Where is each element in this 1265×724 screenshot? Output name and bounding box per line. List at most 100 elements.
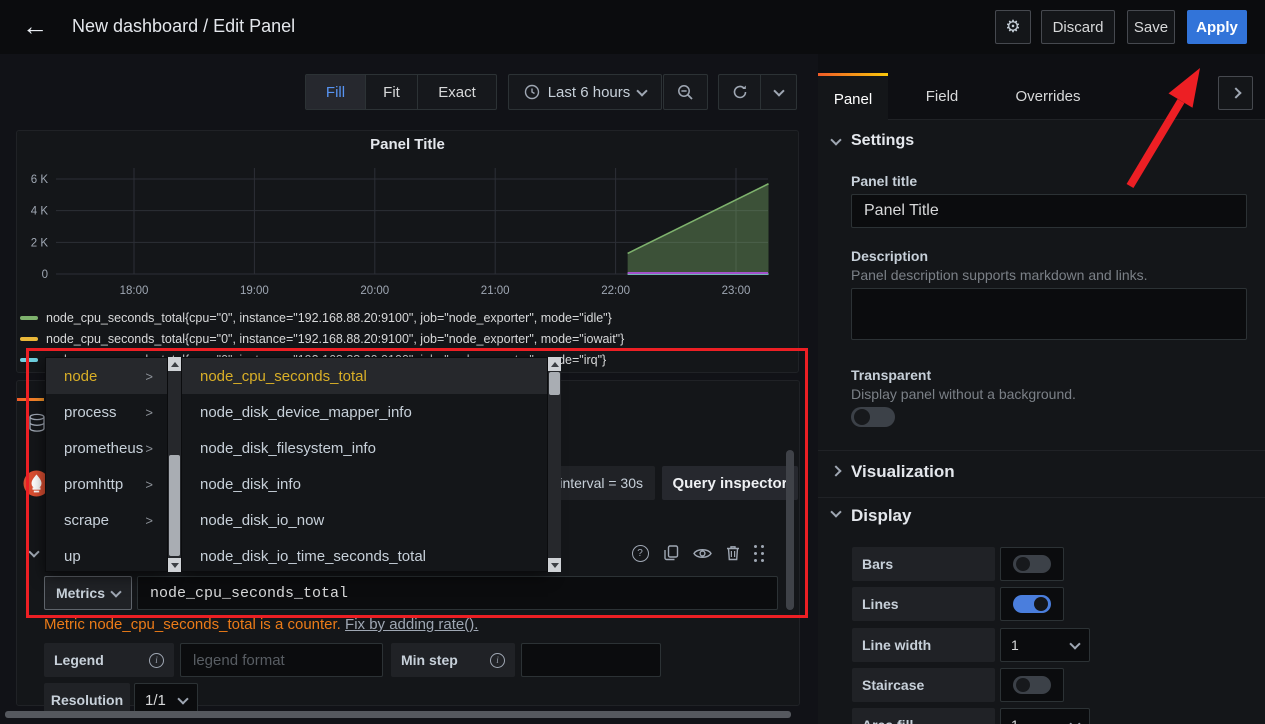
metric-item-node_disk_io_time_seconds_total[interactable]: node_disk_io_time_seconds_total — [182, 538, 547, 574]
namespace-menu-scrollbar[interactable] — [168, 357, 181, 572]
lines-toggle[interactable] — [1013, 595, 1051, 613]
line-width-select[interactable]: 1 — [1000, 628, 1090, 662]
legend-swatch[interactable] — [20, 358, 38, 362]
query-inspector-button[interactable]: Query inspector — [662, 466, 798, 500]
metric-namespace-menu: node>process>prometheus>promhttp>scrape>… — [45, 357, 168, 572]
query-tab-active-indicator — [17, 398, 44, 401]
fix-rate-link[interactable]: Fix by adding rate(). — [345, 616, 478, 633]
metric-item-node_disk_filesystem_info[interactable]: node_disk_filesystem_info — [182, 430, 547, 466]
time-range-label: Last 6 hours — [548, 84, 631, 101]
time-series-chart[interactable]: 02 K4 K6 K18:0019:0020:0021:0022:0023:00 — [16, 130, 799, 305]
area-fill-select[interactable]: 1 — [1000, 708, 1090, 724]
query-expression-field[interactable] — [137, 576, 778, 610]
legend-format-field[interactable] — [180, 643, 383, 677]
query-help-button[interactable]: ? — [630, 543, 650, 563]
panel-title-input[interactable] — [862, 201, 1236, 221]
menu-item-promhttp[interactable]: promhttp> — [46, 466, 167, 502]
drag-handle-icon — [754, 545, 766, 562]
description-field[interactable] — [851, 288, 1247, 340]
transparent-toggle[interactable] — [851, 407, 895, 427]
delete-query-button[interactable] — [723, 543, 743, 563]
panel-title-field[interactable] — [851, 194, 1247, 228]
tab-overrides[interactable]: Overrides — [995, 73, 1101, 120]
save-button[interactable]: Save — [1127, 10, 1175, 44]
legend-swatch[interactable] — [20, 316, 38, 320]
editor-scrollbar[interactable] — [786, 450, 794, 610]
duplicate-query-button[interactable] — [661, 543, 681, 563]
discard-button[interactable]: Discard — [1041, 10, 1115, 44]
menu-item-prometheus[interactable]: prometheus> — [46, 430, 167, 466]
bars-toggle[interactable] — [1013, 555, 1051, 573]
refresh-icon — [732, 84, 748, 100]
chevron-down-icon — [110, 586, 121, 597]
counter-warning: Metric node_cpu_seconds_total is a count… — [44, 616, 478, 633]
exact-option[interactable]: Exact — [418, 75, 496, 109]
metric-item-node_disk_device_mapper_info[interactable]: node_disk_device_mapper_info — [182, 394, 547, 430]
disable-query-button[interactable] — [692, 543, 712, 563]
drag-query-handle[interactable] — [750, 543, 770, 563]
metric-item-node_disk_io_now[interactable]: node_disk_io_now — [182, 502, 547, 538]
refresh-interval-dropdown[interactable] — [760, 74, 797, 110]
display-row-label-area-fill: Area fill — [852, 708, 995, 724]
menu-item-node[interactable]: node> — [46, 358, 167, 394]
scroll-up-icon — [551, 362, 559, 367]
svg-text:21:00: 21:00 — [481, 285, 510, 297]
fit-option[interactable]: Fit — [366, 75, 418, 109]
query-expression-input[interactable] — [148, 584, 767, 603]
metric-item-node_disk_info[interactable]: node_disk_info — [182, 466, 547, 502]
svg-text:18:00: 18:00 — [120, 285, 149, 297]
metrics-dropdown-button[interactable]: Metrics — [44, 576, 132, 610]
chevron-right-icon: > — [145, 441, 153, 456]
settings-section-header[interactable]: Settings — [851, 132, 914, 150]
menu-item-up[interactable]: up — [46, 538, 167, 574]
description-hint: Panel description supports markdown and … — [851, 267, 1148, 283]
dashboard-settings-button[interactable]: ⚙ — [995, 10, 1031, 44]
refresh-button[interactable] — [718, 74, 760, 110]
tab-field[interactable]: Field — [907, 73, 977, 120]
back-arrow-icon[interactable]: ← — [22, 12, 48, 40]
horizontal-scrollbar[interactable] — [5, 711, 791, 718]
legend-swatch[interactable] — [20, 337, 38, 341]
legend-item[interactable]: node_cpu_seconds_total{cpu="0", instance… — [20, 330, 624, 348]
apply-button[interactable]: Apply — [1187, 10, 1247, 44]
svg-text:19:00: 19:00 — [240, 285, 269, 297]
section-divider — [818, 450, 1265, 451]
min-step-input[interactable] — [532, 651, 650, 670]
legend-format-input[interactable] — [191, 651, 372, 670]
svg-text:2 K: 2 K — [31, 237, 49, 249]
resolution-value: 1/1 — [145, 692, 166, 709]
chevron-down-icon — [177, 693, 188, 704]
lines-toggle-box[interactable] — [1000, 587, 1064, 621]
legend-item[interactable]: node_cpu_seconds_total{cpu="0", instance… — [20, 309, 612, 327]
zoom-out-time-button[interactable] — [663, 74, 708, 110]
gear-icon: ⚙ — [1005, 17, 1020, 37]
menu-item-label: node_disk_io_now — [200, 512, 324, 529]
tab-panel[interactable]: Panel — [818, 73, 888, 123]
top-navbar: ← New dashboard / Edit Panel ⚙ Discard S… — [0, 0, 1265, 54]
select-value: 1 — [1011, 717, 1019, 724]
tab-label: Overrides — [1015, 88, 1080, 105]
metric-list-scrollbar[interactable] — [548, 357, 561, 572]
metric-item-node_cpu_seconds_total[interactable]: node_cpu_seconds_total — [182, 358, 547, 394]
staircase-toggle-box[interactable] — [1000, 668, 1064, 702]
svg-text:0: 0 — [42, 269, 48, 281]
staircase-toggle[interactable] — [1013, 676, 1051, 694]
interval-indicator: interval = 30s — [545, 466, 655, 500]
info-icon: i — [490, 653, 505, 668]
min-step-field[interactable] — [521, 643, 661, 677]
menu-item-scrape[interactable]: scrape> — [46, 502, 167, 538]
menu-item-process[interactable]: process> — [46, 394, 167, 430]
collapse-options-button[interactable] — [1218, 76, 1253, 110]
panel-title-label: Panel title — [851, 173, 917, 189]
menu-item-label: node_cpu_seconds_total — [200, 368, 367, 385]
bars-toggle-box[interactable] — [1000, 547, 1064, 581]
scroll-down-icon — [551, 563, 559, 568]
fill-option[interactable]: Fill — [306, 75, 366, 109]
legend-series-name: node_cpu_seconds_total{cpu="0", instance… — [46, 332, 624, 346]
time-range-picker[interactable]: Last 6 hours — [508, 74, 662, 110]
menu-item-label: process — [64, 404, 117, 421]
visualization-section-header[interactable]: Visualization — [851, 462, 955, 482]
svg-text:4 K: 4 K — [31, 206, 49, 218]
clock-icon — [524, 84, 540, 100]
display-section-header[interactable]: Display — [851, 506, 911, 526]
